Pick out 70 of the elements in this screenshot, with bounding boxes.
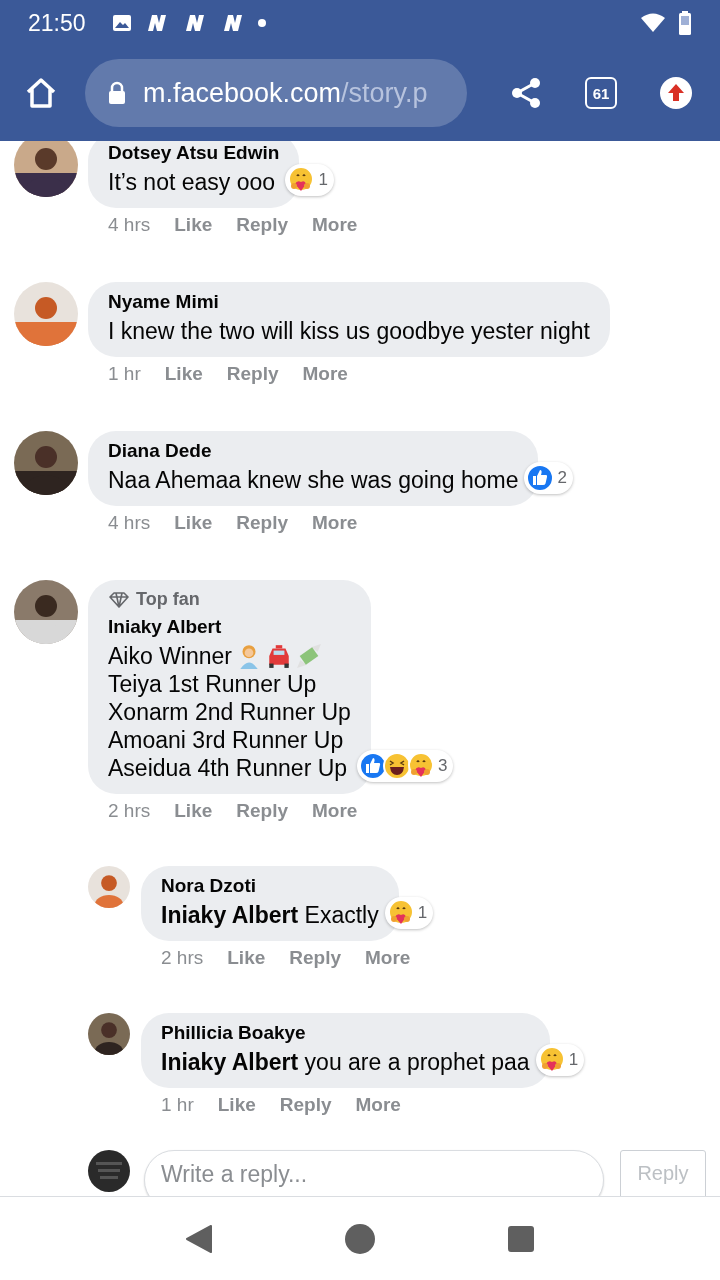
- comment-text: Amoani 3rd Runner Up: [108, 726, 344, 754]
- comment-action-link[interactable]: Reply: [236, 800, 289, 822]
- comment-action-link[interactable]: Like: [217, 1094, 256, 1116]
- comment-action-link[interactable]: More: [312, 800, 358, 822]
- tab-count-button[interactable]: 61: [585, 77, 617, 109]
- comment-action-link[interactable]: Like: [174, 800, 213, 822]
- reaction-count[interactable]: 1: [384, 897, 434, 929]
- commenter-name[interactable]: Iniaky Albert: [108, 616, 351, 638]
- comment-action-link[interactable]: Reply: [279, 1094, 332, 1116]
- share-icon[interactable]: [511, 77, 541, 109]
- comment-action-link[interactable]: More: [302, 363, 348, 385]
- commenter-name[interactable]: Phillicia Boakye: [161, 1022, 530, 1044]
- comment-text: I knew the two will kiss us goodbye yester night: [108, 317, 590, 345]
- reaction-count[interactable]: 1: [535, 1044, 585, 1076]
- home-button-icon[interactable]: [344, 1222, 376, 1255]
- status-time: 21:50: [28, 9, 86, 37]
- reaction-count[interactable]: 2: [524, 462, 573, 494]
- comment-time: 4 hrs: [108, 214, 151, 236]
- comment-time: 1 hr: [108, 363, 141, 385]
- comment-text: It’s not easy ooo: [108, 168, 276, 196]
- dot-icon: [257, 19, 266, 27]
- comment-action-link[interactable]: Reply: [289, 947, 342, 969]
- comment-text: Iniaky Albert you are a prophet paa: [161, 1048, 530, 1076]
- wifi-icon: [640, 13, 666, 33]
- comment-action-link[interactable]: More: [355, 1094, 401, 1116]
- hugging-emoji-icon: [406, 752, 435, 780]
- commenter-name[interactable]: Dotsey Atsu Edwin: [108, 142, 280, 164]
- update-icon[interactable]: [660, 77, 692, 109]
- commenter-name[interactable]: Diana Dede: [108, 440, 519, 462]
- comment-text: Teiya 1st Runner Up: [108, 670, 317, 698]
- comment-action-link[interactable]: Like: [164, 363, 203, 385]
- image-icon: [111, 14, 132, 32]
- battery-icon: [678, 11, 692, 35]
- like-icon: [358, 752, 387, 780]
- home-icon[interactable]: [24, 77, 58, 109]
- reaction-count[interactable]: 3: [356, 750, 454, 782]
- commenter-name[interactable]: Nyame Mimi: [108, 291, 590, 313]
- comment-time: 2 hrs: [108, 800, 151, 822]
- comment-action-link[interactable]: Reply: [236, 512, 289, 534]
- comment-text: Iniaky Albert Exactly: [161, 901, 379, 929]
- comment-action-link[interactable]: More: [312, 214, 358, 236]
- comment-action-link[interactable]: More: [312, 512, 358, 534]
- url-text: m.facebook.com/story.p: [143, 77, 428, 109]
- comment-time: 1 hr: [161, 1094, 194, 1116]
- comment-time: 4 hrs: [108, 512, 151, 534]
- comment-action-link[interactable]: More: [365, 947, 411, 969]
- reaction-count[interactable]: 1: [285, 164, 334, 196]
- comment-text: Xonarm 2nd Runner Up: [108, 698, 351, 726]
- comment-text: Aseidua 4th Runner Up: [108, 754, 348, 782]
- comment-action-link[interactable]: Like: [174, 512, 213, 534]
- comment-text: Aiko Winner: [108, 642, 232, 670]
- like-icon: [526, 464, 555, 492]
- comment-time: 2 hrs: [161, 947, 204, 969]
- commenter-name[interactable]: Nora Dzoti: [161, 875, 379, 897]
- lock-icon: [107, 81, 127, 105]
- comment-text: Naa Ahemaa knew she was going home: [108, 466, 519, 494]
- address-bar[interactable]: m.facebook.com/story.p: [85, 59, 467, 127]
- recents-icon[interactable]: [506, 1224, 535, 1253]
- comment-action-link[interactable]: Reply: [226, 363, 279, 385]
- laughing-emoji-icon: [382, 752, 411, 780]
- money-emoji-icon: [296, 643, 322, 669]
- comment-action-link[interactable]: Like: [227, 947, 266, 969]
- diamond-icon: [108, 591, 130, 608]
- reply-input-field[interactable]: Write a reply...: [144, 1150, 604, 1196]
- reply-button[interactable]: Reply: [620, 1150, 706, 1196]
- back-icon[interactable]: [185, 1223, 214, 1254]
- car-emoji-icon: [266, 643, 292, 669]
- comment-action-link[interactable]: Like: [174, 214, 213, 236]
- top-fan-label: Top fan: [136, 589, 200, 610]
- comment-action-link[interactable]: Reply: [236, 214, 289, 236]
